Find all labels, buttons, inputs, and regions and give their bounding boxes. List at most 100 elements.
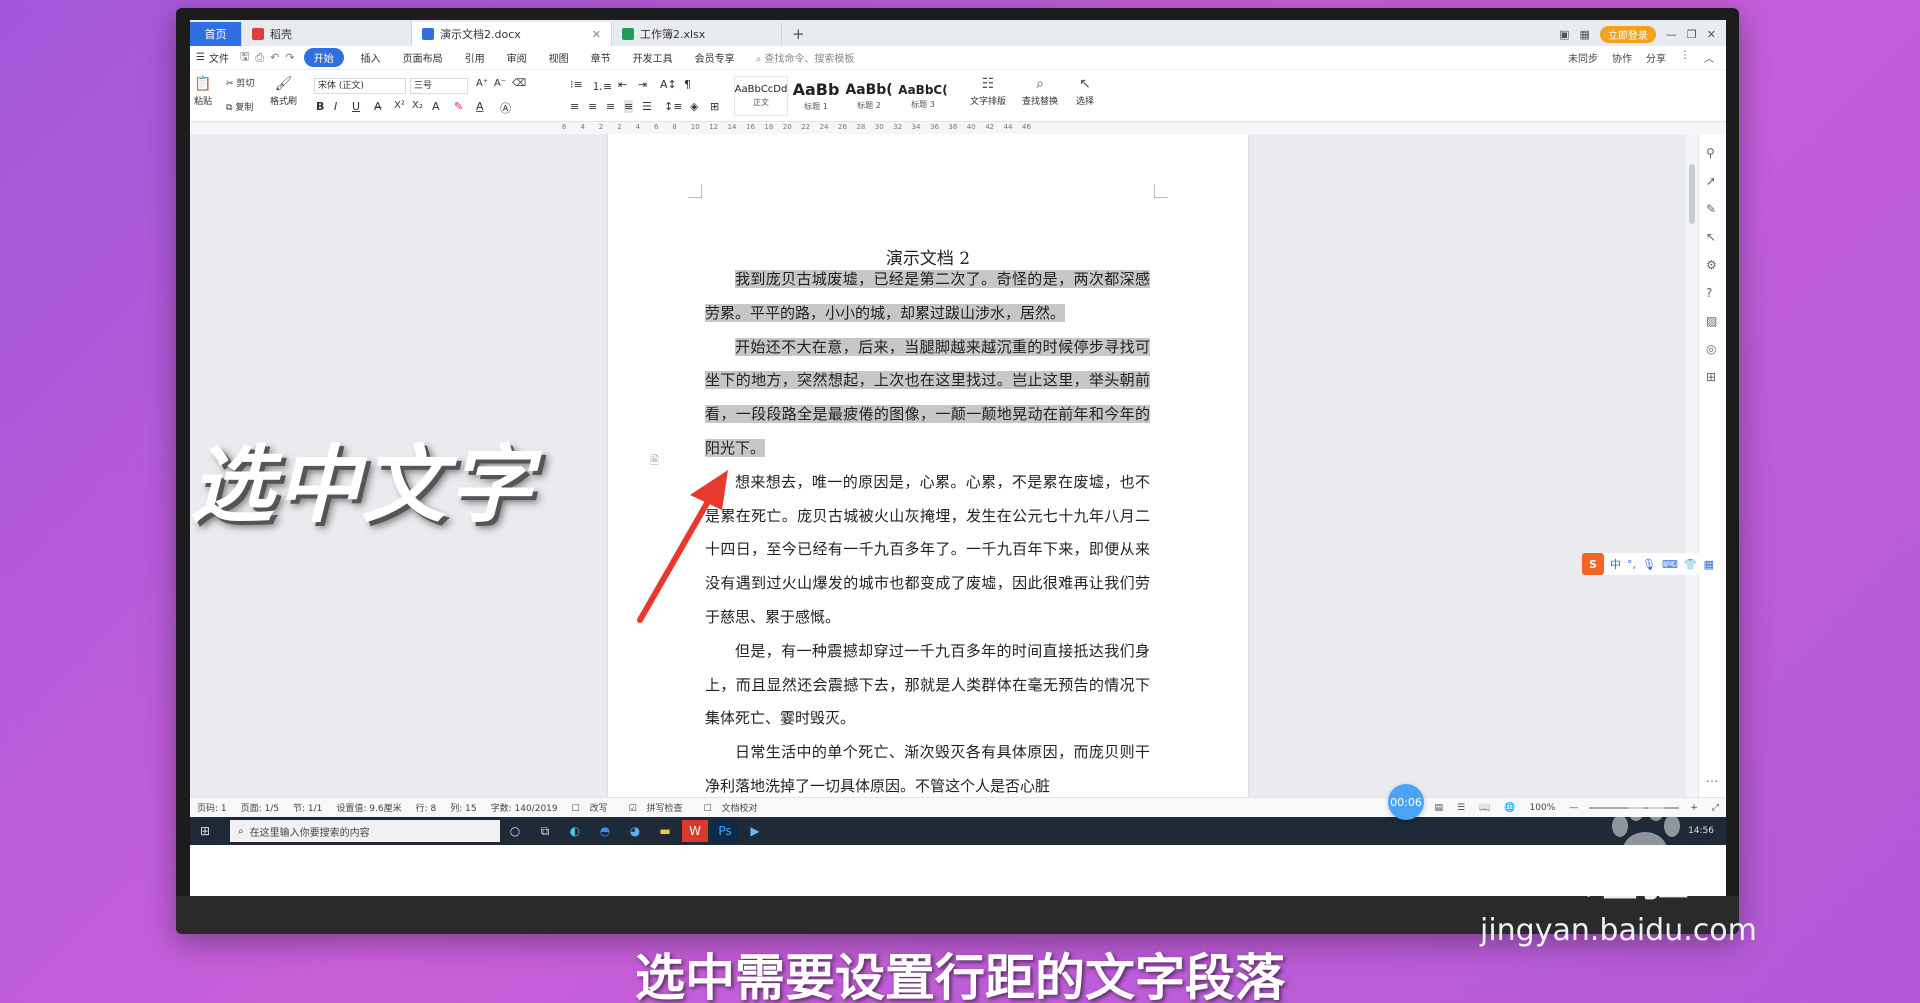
command-search[interactable]: ⌕ 查找命令、搜索模板 bbox=[756, 50, 855, 65]
taskbar-search[interactable]: ⌕ 在这里输入你要搜索的内容 bbox=[230, 820, 500, 842]
text-layout-button[interactable]: ☷ 文字排版 bbox=[970, 76, 1006, 107]
taskbar-clock[interactable]: 14:56 bbox=[1688, 826, 1726, 836]
wps-icon[interactable]: W bbox=[682, 820, 708, 842]
align-center-icon[interactable]: ≡ bbox=[588, 100, 597, 113]
photoshop-icon[interactable]: Ps bbox=[712, 820, 738, 842]
paste-button[interactable]: 📋 粘贴 bbox=[194, 76, 212, 107]
tab-docer[interactable]: 稻壳 bbox=[242, 22, 412, 46]
align-right-icon[interactable]: ≡ bbox=[606, 100, 615, 113]
reading-view-icon[interactable]: 📖 bbox=[1472, 803, 1497, 813]
style-heading-1[interactable]: AaBb 标题 1 bbox=[790, 76, 842, 116]
clear-format-icon[interactable]: ⌫ bbox=[512, 78, 526, 89]
highlight-icon[interactable]: ✎ bbox=[454, 100, 463, 113]
microphone-icon[interactable]: 🎙 bbox=[1642, 558, 1656, 571]
new-tab-button[interactable]: + bbox=[782, 22, 815, 46]
decrease-indent-icon[interactable]: ⇤ bbox=[618, 78, 627, 91]
cut-button[interactable]: ✂ 剪切 bbox=[226, 76, 254, 89]
pointer-icon[interactable]: ↖ bbox=[1706, 230, 1716, 244]
status-proofread[interactable]: ☐ 文档校对 bbox=[697, 801, 772, 814]
browser-icon[interactable]: ◐ bbox=[562, 820, 588, 842]
style-heading-2[interactable]: AaBb( 标题 2 bbox=[844, 76, 894, 116]
select-button[interactable]: ↖ 选择 bbox=[1076, 76, 1094, 107]
font-size-select[interactable]: 三号 bbox=[410, 78, 468, 94]
horizontal-ruler[interactable]: 6 4 2 2 4 6 8 10 12 14 16 18 20 22 24 26 28 30 32 34 36 38 40 4… bbox=[190, 122, 1726, 134]
menu-insert[interactable]: 插入 bbox=[350, 50, 392, 65]
menu-references[interactable]: 引用 bbox=[454, 50, 496, 65]
file-menu[interactable]: ☰ 文件 bbox=[190, 50, 237, 65]
document-body[interactable]: 我到庞贝古城废墟，已经是第二次了。奇怪的是，两次都深感劳累。平平的路，小小的城，… bbox=[705, 263, 1150, 797]
document-page[interactable]: 演示文档 2 我到庞贝古城废墟，已经是第二次了。奇怪的是，两次都深感劳累。平平的… bbox=[608, 134, 1248, 797]
tab-workbook[interactable]: 工作簿2.xlsx bbox=[612, 22, 782, 46]
menu-review[interactable]: 审阅 bbox=[496, 50, 538, 65]
find-replace-button[interactable]: ⌕ 查找替换 bbox=[1022, 76, 1058, 107]
fit-page-icon[interactable]: ⤢ bbox=[1705, 803, 1726, 813]
save-icon[interactable]: 🖫 bbox=[237, 48, 252, 67]
print-icon[interactable]: ⎙ bbox=[252, 51, 267, 65]
login-button[interactable]: 立即登录 bbox=[1599, 25, 1656, 43]
menu-chapter[interactable]: 章节 bbox=[580, 50, 622, 65]
selected-text[interactable]: 开始还不大在意，后来，当腿脚越来越沉重的时候停步寻找可坐下的地方，突然想起，上次… bbox=[705, 337, 1150, 457]
numbered-list-icon[interactable]: ⒈≡ bbox=[592, 78, 612, 94]
sync-button[interactable]: 未同步 bbox=[1568, 50, 1598, 65]
selected-text[interactable]: 我到庞贝古城废墟，已经是第二次了。奇怪的是，两次都深感劳累。平平的路，小小的城，… bbox=[705, 270, 1150, 322]
superscript-icon[interactable]: X² bbox=[394, 100, 405, 111]
italic-icon[interactable]: I bbox=[334, 100, 337, 113]
outline-view-icon[interactable]: ☰ bbox=[1450, 803, 1472, 813]
tab-home[interactable]: 首页 bbox=[190, 22, 242, 46]
page-view-icon[interactable]: ▤ bbox=[1427, 803, 1450, 813]
justify-icon[interactable]: ≡ bbox=[624, 100, 634, 113]
status-page-number[interactable]: 页码: 1 bbox=[190, 801, 234, 814]
menu-vip[interactable]: 会员专享 bbox=[684, 50, 746, 65]
copy-button[interactable]: ⧉ 复制 bbox=[226, 100, 253, 113]
menu-page-layout[interactable]: 页面布局 bbox=[392, 50, 454, 65]
more-icon[interactable]: ⋮ bbox=[1680, 50, 1690, 65]
settings-sliders-icon[interactable]: ⚙ bbox=[1706, 258, 1717, 272]
bold-icon[interactable]: B bbox=[316, 100, 324, 113]
bullet-list-icon[interactable]: ⁝≡ bbox=[570, 78, 583, 91]
layout-icon[interactable]: ▣ bbox=[1559, 28, 1569, 41]
location-icon[interactable]: ◎ bbox=[1706, 342, 1716, 356]
grow-font-icon[interactable]: A⁺ bbox=[476, 78, 488, 89]
zoom-out-icon[interactable]: — bbox=[1562, 803, 1585, 813]
table-icon[interactable]: ⊞ bbox=[1706, 370, 1716, 384]
pen-icon[interactable]: ✎ bbox=[1706, 202, 1716, 216]
font-name-select[interactable]: 宋体 (正文) bbox=[314, 78, 406, 94]
status-setting[interactable]: 设置值: 9.6厘米 bbox=[329, 801, 408, 814]
scroll-thumb[interactable] bbox=[1689, 164, 1695, 224]
skin-icon[interactable]: 👕 bbox=[1684, 558, 1698, 571]
distribute-icon[interactable]: ☰ bbox=[642, 100, 652, 113]
task-view-icon[interactable]: ⧉ bbox=[532, 820, 558, 842]
align-left-icon[interactable]: ≡ bbox=[570, 100, 579, 113]
redo-icon[interactable]: ↷ bbox=[282, 51, 297, 64]
char-border-icon[interactable]: Ⓐ bbox=[500, 100, 511, 116]
show-marks-icon[interactable]: ¶ bbox=[684, 78, 691, 91]
zoom-level[interactable]: 100% bbox=[1523, 803, 1563, 813]
paragraph[interactable]: 我到庞贝古城废墟，已经是第二次了。奇怪的是，两次都深感劳累。平平的路，小小的城，… bbox=[705, 263, 1150, 331]
ie-icon[interactable]: ◕ bbox=[622, 820, 648, 842]
style-heading-3[interactable]: AaBbC( 标题 3 bbox=[896, 76, 950, 116]
status-overwrite[interactable]: ☐ 改写 bbox=[565, 801, 622, 814]
edge-icon[interactable]: ◓ bbox=[592, 820, 618, 842]
sort-icon[interactable]: A↕ bbox=[660, 78, 677, 91]
subscript-icon[interactable]: X₂ bbox=[412, 100, 423, 111]
media-icon[interactable]: ▶ bbox=[742, 820, 768, 842]
status-spellcheck[interactable]: ☑ 拼写检查 bbox=[622, 801, 697, 814]
status-line[interactable]: 行: 8 bbox=[409, 801, 444, 814]
paragraph[interactable]: 想来想去，唯一的原因是，心累。心累，不是累在废墟，也不是累在死亡。庞贝古城被火山… bbox=[705, 466, 1150, 635]
status-section[interactable]: 节: 1/1 bbox=[286, 801, 329, 814]
paragraph[interactable]: 开始还不大在意，后来，当腿脚越来越沉重的时候停步寻找可坐下的地方，突然想起，上次… bbox=[705, 331, 1150, 466]
collapse-ribbon-icon[interactable]: ︿ bbox=[1704, 50, 1714, 65]
help-icon[interactable]: ? bbox=[1706, 286, 1712, 300]
ime-punct[interactable]: °, bbox=[1627, 558, 1636, 571]
format-painter-button[interactable]: 🖌 格式刷 bbox=[270, 76, 297, 107]
restore-icon[interactable]: ❐ bbox=[1687, 28, 1697, 41]
keyboard-icon[interactable]: ⌨ bbox=[1662, 558, 1678, 571]
share-button[interactable]: 分享 bbox=[1646, 50, 1666, 65]
paragraph[interactable]: 但是，有一种震撼却穿过一千九百多年的时间直接抵达我们身上，而且显然还会震撼下去，… bbox=[705, 635, 1150, 736]
status-word-count[interactable]: 字数: 140/2019 bbox=[484, 801, 565, 814]
underline-icon[interactable]: U bbox=[352, 100, 360, 113]
paragraph[interactable]: 日常生活中的单个死亡、渐次毁灭各有具体原因，而庞贝则干净利落地洗掉了一切具体原因… bbox=[705, 736, 1150, 797]
increase-indent-icon[interactable]: ⇥ bbox=[638, 78, 647, 91]
font-color-icon[interactable]: A bbox=[476, 100, 484, 113]
menu-view[interactable]: 视图 bbox=[538, 50, 580, 65]
